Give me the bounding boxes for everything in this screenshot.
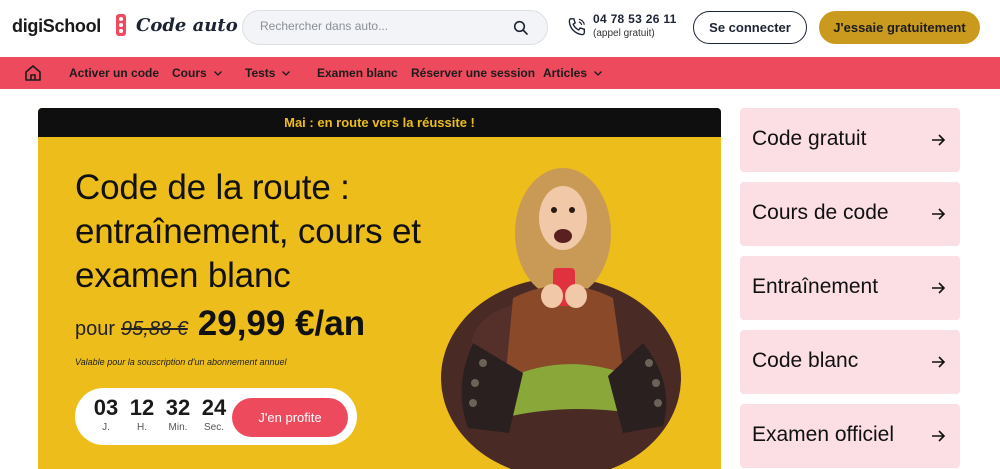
promo-banner: Mai : en route vers la réussite ! [38,108,721,137]
card-label: Examen officiel [752,423,895,446]
free-trial-button[interactable]: J'essaie gratuitement [819,11,980,44]
card-training[interactable]: Entraînement [740,256,960,320]
nav-label: Réserver une session [411,66,536,80]
cta-button[interactable]: J'en profite [232,398,348,437]
card-label: Entraînement [752,275,879,298]
new-price: 29,99 €/an [197,304,366,343]
countdown-unit: J. [102,422,110,433]
arrow-right-icon [932,430,946,442]
search-bar [242,10,548,45]
arrow-right-icon [932,134,946,146]
phone-icon [568,18,586,36]
hero-photo [441,168,681,469]
countdown-value: 24 [201,395,227,420]
phone-number: 04 78 53 26 11 [593,12,677,26]
countdown-value: 12 [129,395,155,420]
brand-selector[interactable]: Code auto [116,14,262,36]
countdown-unit: H. [137,422,147,433]
digischool-logo[interactable]: digiSchool [12,16,101,37]
nav-item-articles[interactable]: Articles [543,66,603,80]
site-header: digiSchool Code auto 04 78 53 26 11 (app… [0,0,1000,57]
price-prefix: pour [75,318,116,340]
countdown-unit: Sec. [203,422,224,433]
card-free-code[interactable]: Code gratuit [740,108,960,172]
nav-label: Tests [245,66,276,80]
countdown-value: 32 [165,395,191,420]
chevron-down-icon [282,71,291,76]
phone-contact[interactable]: 04 78 53 26 11 (appel gratuit) [566,12,677,39]
card-label: Code blanc [752,349,859,372]
card-label: Cours de code [752,201,889,224]
card-mock-code[interactable]: Code blanc [740,330,960,394]
price-note: Valable pour la souscription d'un abonne… [75,357,287,367]
chevron-down-icon [213,71,222,76]
countdown-days: 03 J. [89,395,123,433]
countdown-timer: 03 J. 12 H. 32 Min. 24 Sec. J'en profite [75,388,357,445]
countdown-seconds: 24 Sec. [197,395,231,433]
nav-item-activate-code[interactable]: Activer un code [69,66,159,80]
nav-item-book-session[interactable]: Réserver une session [411,66,535,80]
card-code-course[interactable]: Cours de code [740,182,960,246]
main-nav: Activer un code Cours Tests Examen blanc… [0,57,1000,89]
countdown-minutes: 32 Min. [161,395,195,433]
search-input[interactable] [260,19,500,33]
nav-label: Activer un code [69,66,160,80]
hero-banner-section: Mai : en route vers la réussite ! Code d… [38,108,721,469]
chevron-down-icon [594,71,602,76]
arrow-right-icon [932,282,946,294]
nav-item-tests[interactable]: Tests [245,66,291,80]
card-label: Code gratuit [752,127,867,150]
login-button[interactable]: Se connecter [693,11,807,44]
countdown-value: 03 [93,395,119,420]
brand-name: Code auto [136,14,238,36]
arrow-right-icon [932,356,946,368]
nav-item-courses[interactable]: Cours [172,66,223,80]
countdown-hours: 12 H. [125,395,159,433]
nav-label: Articles [543,66,588,80]
nav-item-mock-exam[interactable]: Examen blanc [317,66,398,80]
nav-label: Cours [172,66,207,80]
countdown-unit: Min. [168,422,188,433]
card-official-exam[interactable]: Examen officiel [740,404,960,468]
price-line: pour 95,88 € 29,99 €/an [75,304,365,344]
nav-label: Examen blanc [317,66,398,80]
home-icon[interactable] [24,64,42,82]
traffic-light-icon [116,14,126,36]
arrow-right-icon [932,208,946,220]
search-icon[interactable] [513,20,529,36]
phone-note: (appel gratuit) [593,28,655,39]
old-price: 95,88 € [121,318,188,340]
